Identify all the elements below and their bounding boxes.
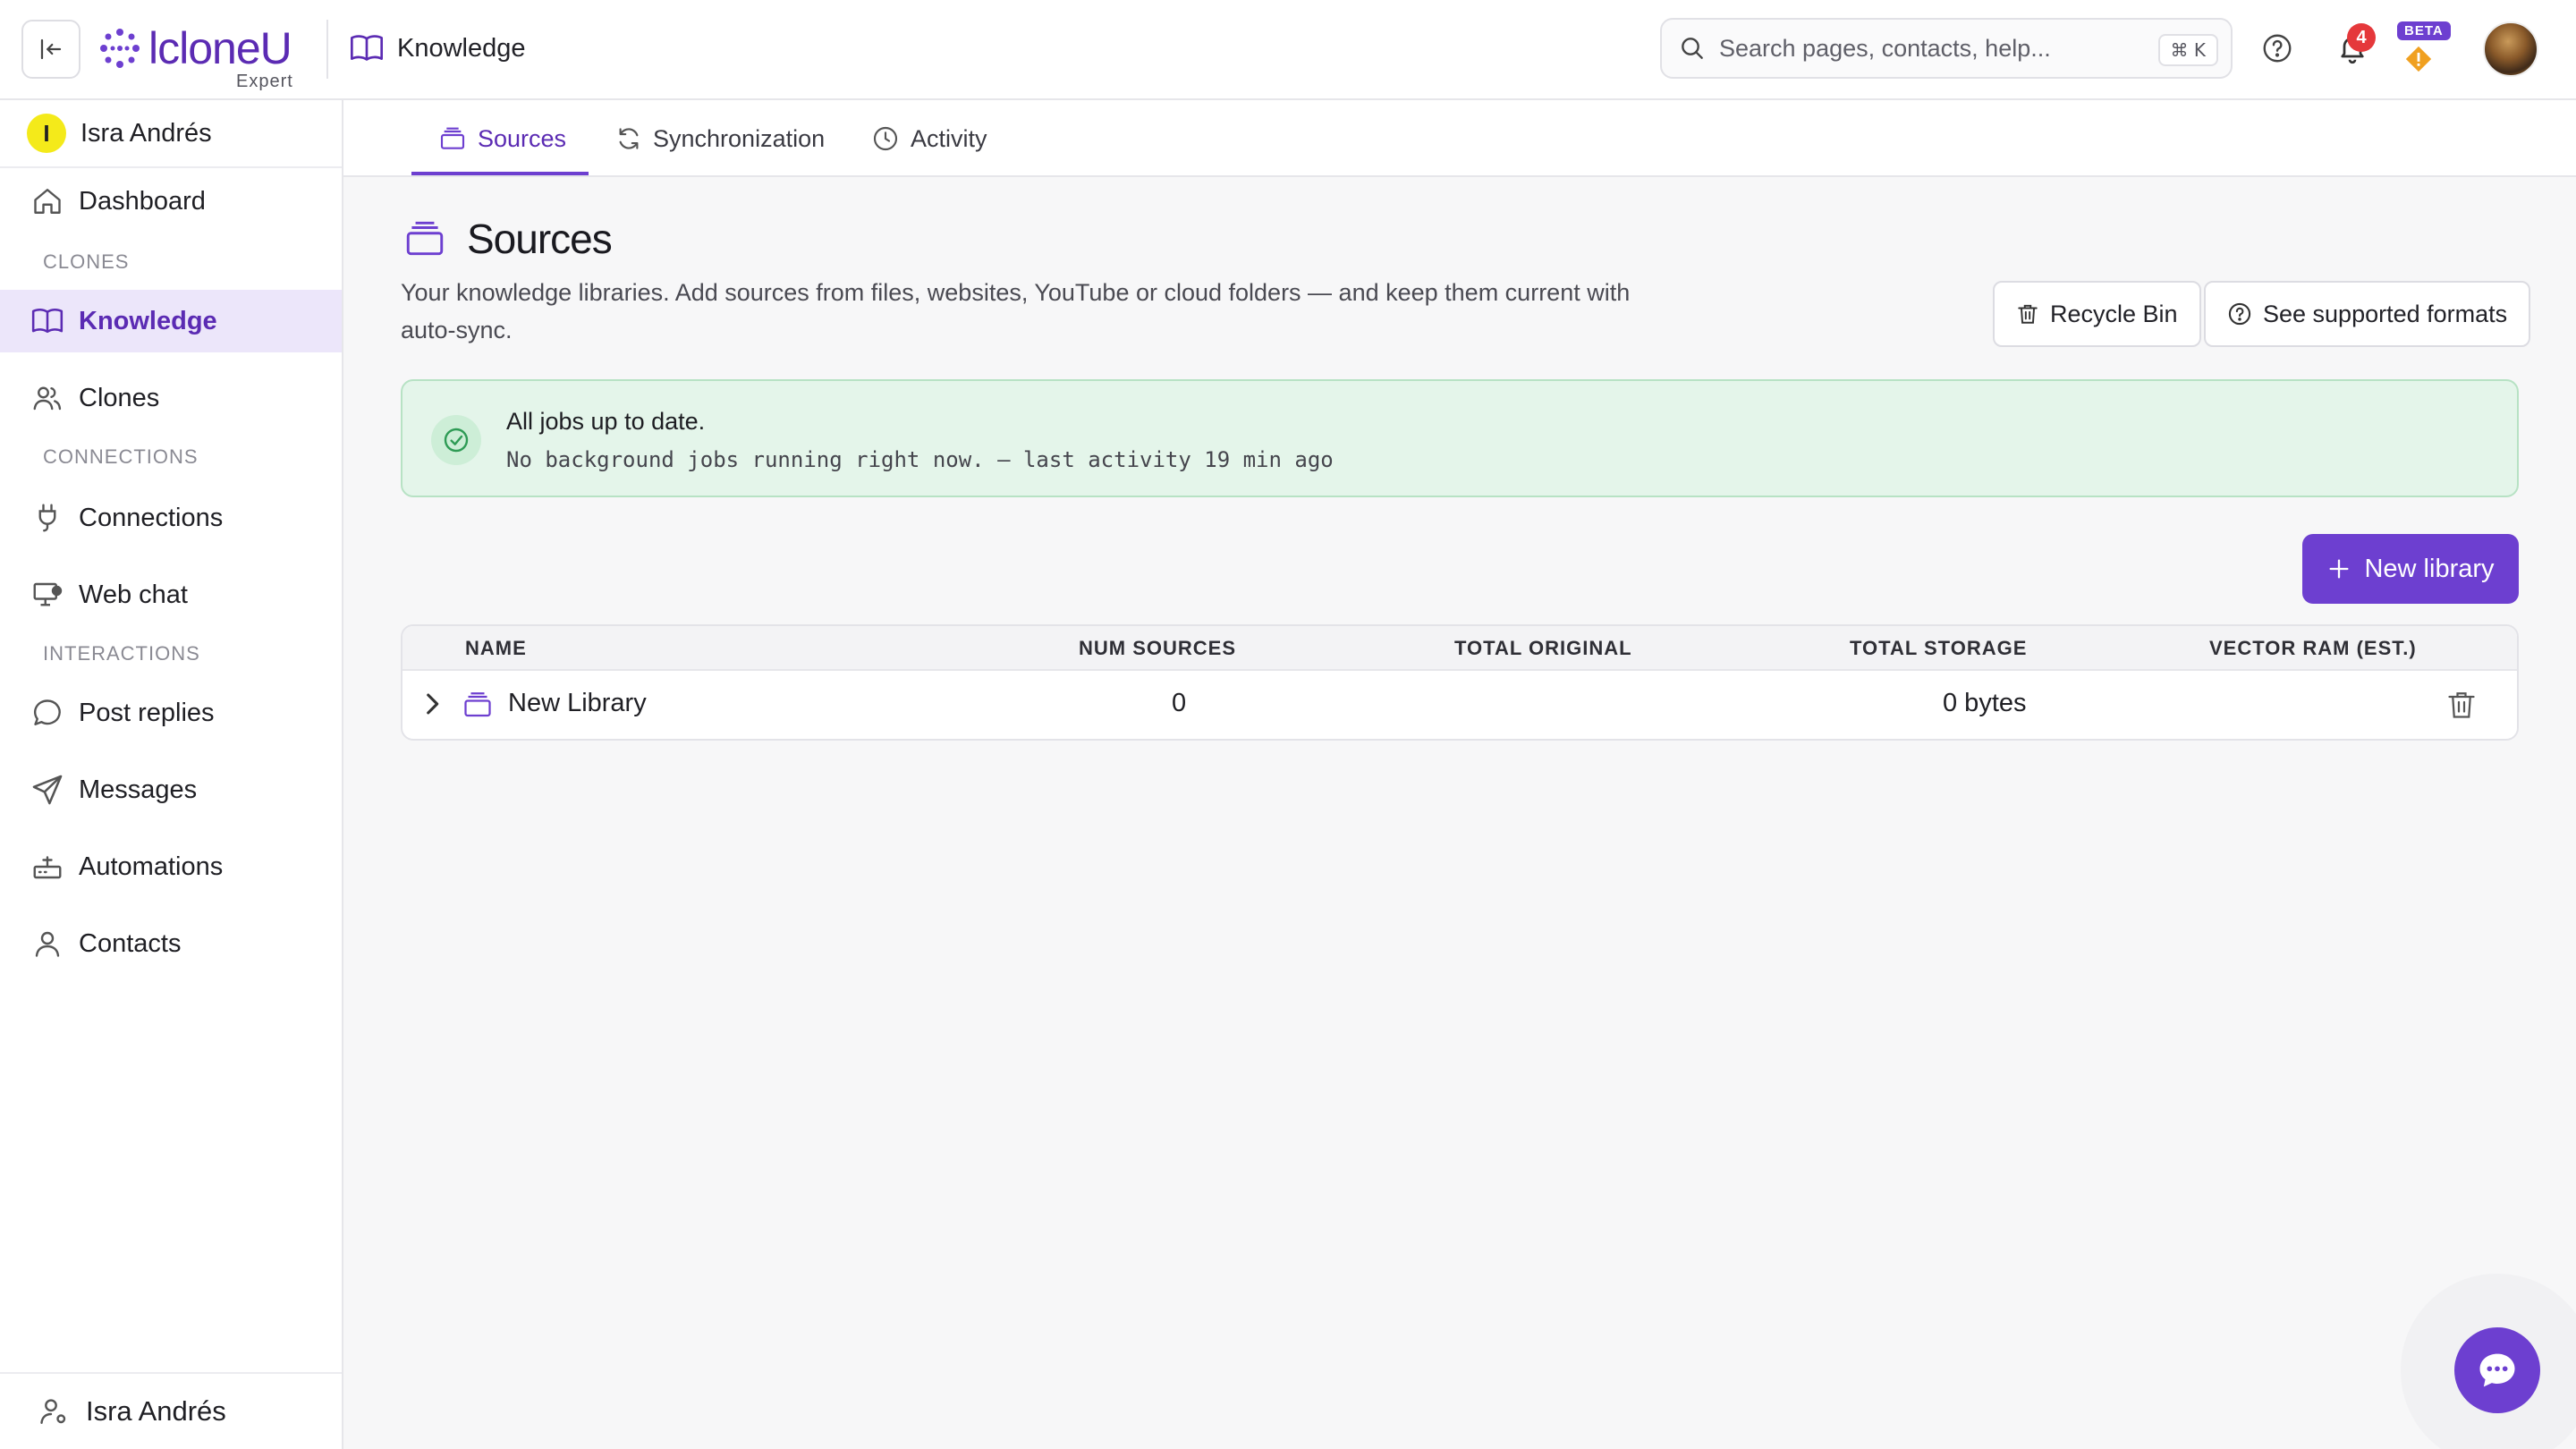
check-circle-icon xyxy=(431,415,481,465)
send-icon xyxy=(29,771,66,809)
sidebar-item-label: Knowledge xyxy=(79,306,217,335)
trash-icon xyxy=(2016,302,2039,326)
notification-count-badge: 4 xyxy=(2347,23,2376,52)
sidebar-item-label: Connections xyxy=(79,503,224,532)
logo-subtitle: Expert xyxy=(236,72,293,91)
message-circle-icon xyxy=(29,694,66,732)
users-icon xyxy=(29,379,66,417)
active-tab-indicator xyxy=(411,172,589,175)
workspace-name: Isra Andrés xyxy=(80,118,212,148)
supported-formats-label: See supported formats xyxy=(2263,300,2508,327)
delete-library-trash-icon[interactable] xyxy=(2445,689,2478,721)
sidebar-item-label: Web chat xyxy=(79,580,188,609)
tab-bar: Sources Synchronization Activity xyxy=(343,100,2576,177)
support-chat-button[interactable] xyxy=(2454,1327,2540,1413)
library-name[interactable]: New Library xyxy=(508,689,647,718)
library-num-sources: 0 xyxy=(1172,689,1187,717)
sidebar-item-web-chat[interactable]: Web chat xyxy=(0,564,342,626)
tab-sources[interactable]: Sources xyxy=(438,100,566,177)
column-header-total-original[interactable]: TOTAL ORIGINAL xyxy=(1454,637,1632,660)
collapse-left-icon xyxy=(38,36,64,63)
refresh-icon xyxy=(615,125,642,152)
table-header: NAME NUM SOURCES TOTAL ORIGINAL TOTAL ST… xyxy=(402,626,2517,671)
warning-icon[interactable] xyxy=(2401,41,2436,77)
router-icon xyxy=(29,848,66,886)
tab-synchronization[interactable]: Synchronization xyxy=(615,100,825,177)
plug-icon xyxy=(29,499,66,537)
new-library-label: New library xyxy=(2364,554,2495,583)
libraries-table: NAME NUM SOURCES TOTAL ORIGINAL TOTAL ST… xyxy=(401,624,2519,741)
page-title: Sources xyxy=(467,216,613,262)
global-search[interactable]: ⌘ K xyxy=(1660,18,2233,79)
status-subtitle: No background jobs running right now. — … xyxy=(506,447,1334,472)
tab-label: Synchronization xyxy=(653,124,826,152)
column-header-num-sources[interactable]: NUM SOURCES xyxy=(1079,637,1236,660)
sidebar-item-label: Clones xyxy=(79,383,160,412)
user-icon xyxy=(29,925,66,962)
plus-icon xyxy=(2326,556,2351,581)
library-icon xyxy=(438,124,467,153)
book-icon xyxy=(349,30,385,66)
table-row[interactable]: New Library 0 0 bytes xyxy=(402,671,2517,739)
collapse-sidebar-button[interactable] xyxy=(21,20,80,79)
book-icon xyxy=(29,302,66,340)
account-menu[interactable]: Isra Andrés xyxy=(0,1372,342,1449)
recycle-bin-button[interactable]: Recycle Bin xyxy=(1993,281,2201,347)
recycle-bin-label: Recycle Bin xyxy=(2050,300,2178,327)
monitor-chat-icon xyxy=(29,576,66,614)
section-label-connections: CONNECTIONS xyxy=(43,445,199,468)
sidebar-item-label: Dashboard xyxy=(79,186,206,216)
sidebar-item-dashboard[interactable]: Dashboard xyxy=(0,170,342,233)
search-shortcut-hint: ⌘ K xyxy=(2157,34,2218,66)
sidebar-item-contacts[interactable]: Contacts xyxy=(0,912,342,975)
jobs-status-banner: All jobs up to date. No background jobs … xyxy=(401,379,2519,497)
tab-activity[interactable]: Activity xyxy=(871,100,987,177)
column-header-name[interactable]: NAME xyxy=(465,637,527,660)
sidebar-item-label: Automations xyxy=(79,852,224,881)
new-library-button[interactable]: New library xyxy=(2302,534,2519,604)
breadcrumb-label: Knowledge xyxy=(397,33,526,63)
library-total-storage: 0 bytes xyxy=(1943,689,2027,717)
chat-bubble-icon xyxy=(2474,1347,2521,1394)
account-name: Isra Andrés xyxy=(86,1395,226,1427)
section-label-interactions: INTERACTIONS xyxy=(43,642,200,665)
page-header: Sources xyxy=(402,215,613,263)
home-icon xyxy=(29,182,66,220)
help-icon[interactable] xyxy=(2256,27,2299,70)
column-header-total-storage[interactable]: TOTAL STORAGE xyxy=(1850,637,2027,660)
section-label-clones: CLONES xyxy=(43,250,130,273)
search-input[interactable] xyxy=(1719,34,2148,63)
user-avatar[interactable] xyxy=(2483,21,2538,77)
sidebar-item-label: Post replies xyxy=(79,698,215,727)
library-icon xyxy=(462,689,494,721)
column-header-vector-ram[interactable]: VECTOR RAM (EST.) xyxy=(2209,637,2417,660)
sidebar-item-messages[interactable]: Messages xyxy=(0,758,342,821)
user-settings-icon xyxy=(38,1395,70,1428)
sidebar-item-label: Contacts xyxy=(79,928,182,958)
breadcrumb: Knowledge xyxy=(349,30,526,66)
sidebar-item-automations[interactable]: Automations xyxy=(0,835,342,898)
chevron-right-icon[interactable] xyxy=(417,689,447,719)
help-circle-icon xyxy=(2227,301,2252,326)
page-description: Your knowledge libraries. Add sources fr… xyxy=(401,279,1631,343)
logo-dots-icon xyxy=(98,27,141,70)
status-title: All jobs up to date. xyxy=(506,408,706,435)
sidebar-item-label: Messages xyxy=(79,775,198,804)
sidebar-item-knowledge[interactable]: Knowledge xyxy=(0,290,342,352)
tab-label: Sources xyxy=(478,124,567,152)
search-icon xyxy=(1678,34,1707,63)
sidebar-item-connections[interactable]: Connections xyxy=(0,487,342,549)
top-bar: lcloneU Expert Knowledge ⌘ K 4 BETA xyxy=(0,0,2576,100)
clock-icon xyxy=(871,124,900,153)
workspace-switcher[interactable]: I Isra Andrés xyxy=(0,100,342,168)
supported-formats-button[interactable]: See supported formats xyxy=(2204,281,2531,347)
library-icon xyxy=(402,216,447,261)
beta-badge: BETA xyxy=(2397,21,2451,40)
sidebar-item-post-replies[interactable]: Post replies xyxy=(0,682,342,744)
tab-label: Activity xyxy=(911,124,987,152)
divider xyxy=(326,20,328,79)
sidebar-item-clones[interactable]: Clones xyxy=(0,367,342,429)
sidebar: I Isra Andrés Dashboard CLONES Knowledge… xyxy=(0,100,343,1449)
workspace-avatar: I xyxy=(27,114,66,153)
